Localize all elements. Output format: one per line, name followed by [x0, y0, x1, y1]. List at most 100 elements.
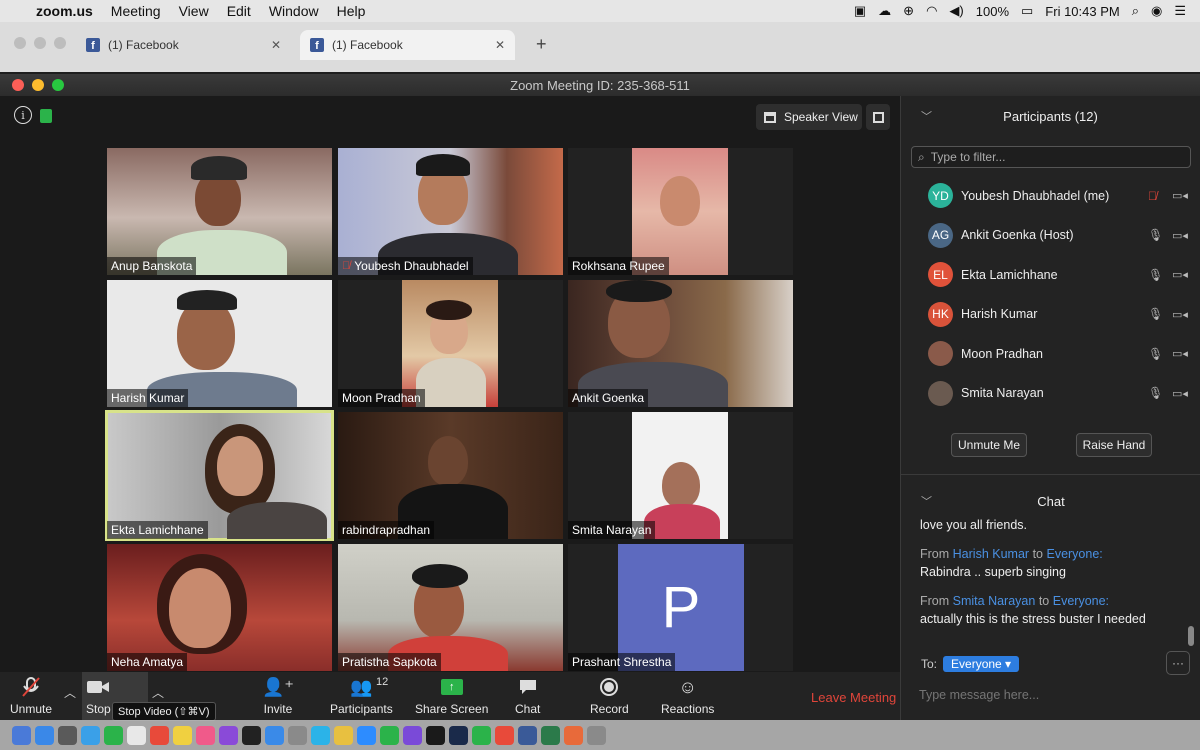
video-camera-icon[interactable]: ▭◂: [1172, 189, 1188, 202]
unmute-me-button[interactable]: Unmute Me: [951, 433, 1027, 457]
calendar-icon[interactable]: [150, 725, 169, 745]
participant-row[interactable]: EL Ekta Lamichhane 🎙 ▭◂: [901, 255, 1200, 295]
stop-video-button[interactable]: Stop: [86, 676, 111, 716]
safari-icon[interactable]: [35, 725, 54, 745]
video-camera-icon[interactable]: ▭◂: [1172, 387, 1188, 400]
minimize-window-button[interactable]: [32, 79, 44, 91]
app-menu[interactable]: zoom.us: [36, 3, 93, 19]
recipient-select[interactable]: Everyone ▾: [943, 656, 1020, 672]
browser-window-controls[interactable]: [14, 37, 66, 49]
participant-row[interactable]: YD Youbesh Dhaubhadel (me) 🎙̸ ▭◂: [901, 176, 1200, 216]
spotify-icon[interactable]: [472, 725, 491, 745]
notification-center-icon[interactable]: ☰: [1174, 3, 1186, 19]
menu-help[interactable]: Help: [337, 3, 366, 19]
launchpad-icon[interactable]: [58, 725, 77, 745]
powerpoint-icon[interactable]: [564, 725, 583, 745]
zoom-tray-icon[interactable]: ▣: [854, 3, 866, 19]
zoom-icon[interactable]: [357, 725, 376, 745]
share-screen-button[interactable]: ↑ Share Screen: [415, 676, 488, 716]
collapse-chat-chevron-icon[interactable]: ﹀: [921, 493, 932, 509]
video-tile[interactable]: Anup Banskota: [107, 148, 332, 275]
photos-icon[interactable]: [127, 725, 146, 745]
collapse-participants-chevron-icon[interactable]: ﹀: [921, 108, 932, 124]
video-options-chevron-icon[interactable]: ︿: [152, 684, 164, 701]
video-tile[interactable]: rabindrapradhan: [338, 412, 563, 539]
mail-icon[interactable]: [81, 725, 100, 745]
video-camera-icon[interactable]: ▭◂: [1172, 268, 1188, 281]
video-tile[interactable]: 🎙̸ Youbesh Dhaubhadel: [338, 148, 563, 275]
unmute-button[interactable]: Unmute: [10, 676, 52, 716]
browser-tab-active[interactable]: f (1) Facebook ✕: [300, 30, 515, 60]
siri-icon[interactable]: ◉: [1151, 3, 1162, 19]
menu-view[interactable]: View: [179, 3, 209, 19]
encryption-lock-icon[interactable]: [40, 109, 52, 123]
video-camera-icon[interactable]: ▭◂: [1172, 347, 1188, 360]
participant-row[interactable]: HK Harish Kumar 🎙 ▭◂: [901, 295, 1200, 335]
zoom-window-button[interactable]: [52, 79, 64, 91]
chat-scrollbar[interactable]: [1188, 626, 1194, 646]
leave-meeting-button[interactable]: Leave Meeting: [811, 690, 896, 705]
spotlight-search-icon[interactable]: ⌕: [1132, 3, 1139, 19]
finder-icon[interactable]: [12, 725, 31, 745]
wifi-icon[interactable]: ◠: [926, 3, 937, 19]
chat-recipient[interactable]: Everyone:: [1046, 547, 1102, 561]
close-tab-icon[interactable]: ✕: [271, 38, 281, 52]
microphone-icon[interactable]: 🎙: [1148, 228, 1163, 242]
chat-message-input[interactable]: [919, 684, 1179, 706]
accessibility-icon[interactable]: ⊕: [903, 3, 914, 19]
chat-recipient[interactable]: Everyone:: [1053, 594, 1109, 608]
close-tab-icon[interactable]: ✕: [495, 38, 505, 52]
video-tile[interactable]: Pratistha Sapkota: [338, 544, 563, 671]
participant-filter-input[interactable]: ⌕ Type to filter...: [911, 146, 1191, 168]
app-store-icon[interactable]: [265, 725, 284, 745]
fullscreen-button[interactable]: [866, 104, 890, 130]
video-tile[interactable]: Neha Amatya: [107, 544, 332, 671]
video-camera-icon[interactable]: ▭◂: [1172, 308, 1188, 321]
microphone-icon[interactable]: 🎙: [1148, 307, 1163, 321]
video-tile[interactable]: P Prashant Shrestha: [568, 544, 793, 671]
clock[interactable]: Fri 10:43 PM: [1045, 4, 1119, 19]
tv-icon[interactable]: [242, 725, 261, 745]
browser-tab[interactable]: f (1) Facebook ✕: [76, 30, 291, 60]
podcasts-icon[interactable]: [219, 725, 238, 745]
chat-sender[interactable]: Smita Narayan: [953, 594, 1036, 608]
new-tab-icon[interactable]: +: [536, 34, 547, 55]
record-button[interactable]: Record: [590, 676, 629, 716]
raise-hand-button[interactable]: Raise Hand: [1076, 433, 1152, 457]
notes-icon[interactable]: [173, 725, 192, 745]
volume-icon[interactable]: ◀): [949, 3, 963, 19]
twitter-icon[interactable]: [311, 725, 330, 745]
whatsapp-icon[interactable]: [380, 725, 399, 745]
music-icon[interactable]: [196, 725, 215, 745]
video-tile[interactable]: Harish Kumar: [107, 280, 332, 407]
audio-options-chevron-icon[interactable]: ︿: [64, 684, 76, 701]
cloud-icon[interactable]: ☁: [878, 3, 891, 19]
invite-button[interactable]: 👤⁺ Invite: [262, 676, 294, 717]
excel-icon[interactable]: [541, 725, 560, 745]
video-tile[interactable]: Ankit Goenka: [568, 280, 793, 407]
word-icon[interactable]: [518, 725, 537, 745]
participant-row[interactable]: AG Ankit Goenka (Host) 🎙 ▭◂: [901, 216, 1200, 256]
microphone-icon[interactable]: 🎙: [1148, 347, 1163, 361]
reactions-button[interactable]: ☺ Reactions: [661, 676, 714, 717]
trash-icon[interactable]: [587, 725, 606, 745]
viber-icon[interactable]: [403, 725, 422, 745]
video-camera-icon[interactable]: ▭◂: [1172, 229, 1188, 242]
video-tile[interactable]: Rokhsana Rupee: [568, 148, 793, 275]
close-window-button[interactable]: [12, 79, 24, 91]
youtube-icon[interactable]: [495, 725, 514, 745]
chat-sender[interactable]: Harish Kumar: [953, 547, 1029, 561]
muted-mic-icon[interactable]: 🎙̸: [1148, 189, 1157, 203]
participant-row[interactable]: Smita Narayan 🎙 ▭◂: [901, 374, 1200, 414]
chat-button[interactable]: Chat: [515, 676, 540, 716]
chrome-icon[interactable]: [334, 725, 353, 745]
microphone-icon[interactable]: 🎙: [1148, 386, 1163, 400]
menu-meeting[interactable]: Meeting: [111, 3, 161, 19]
menu-window[interactable]: Window: [269, 3, 319, 19]
lightroom-icon[interactable]: [426, 725, 445, 745]
speaker-view-button[interactable]: Speaker View: [756, 104, 862, 130]
menu-edit[interactable]: Edit: [227, 3, 251, 19]
photoshop-icon[interactable]: [449, 725, 468, 745]
system-preferences-icon[interactable]: [288, 725, 307, 745]
chat-more-options-button[interactable]: ···: [1166, 651, 1190, 675]
